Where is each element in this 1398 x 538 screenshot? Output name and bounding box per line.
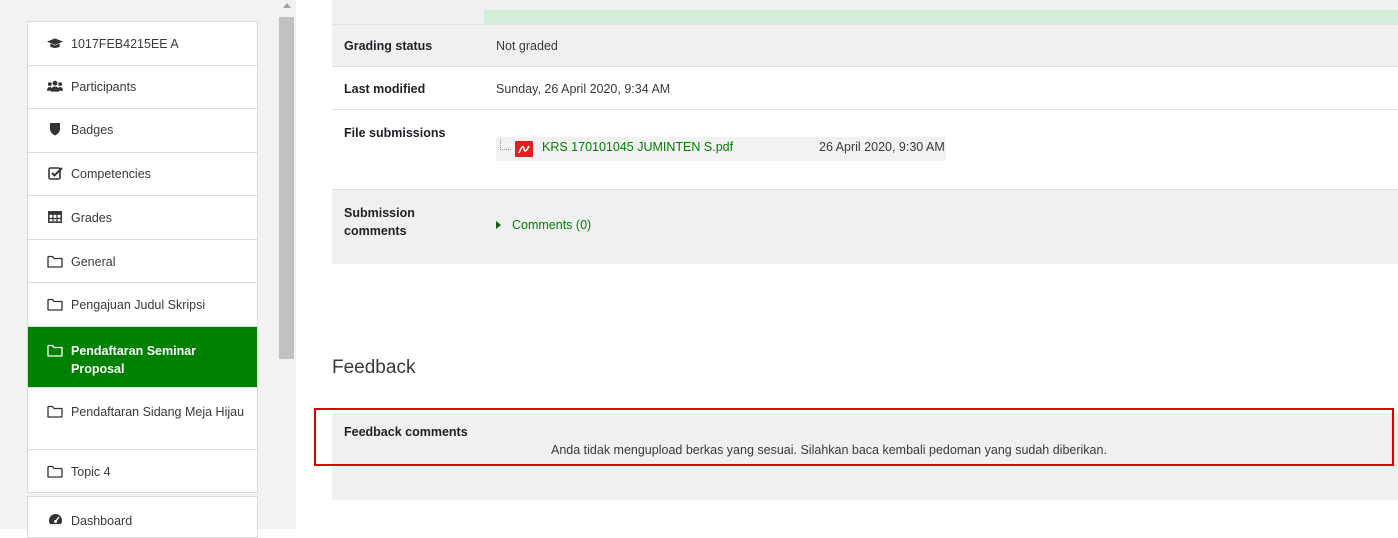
sidebar-item-label: Dashboard [71,514,133,528]
sidebar-item-pendaftaran-seminar-proposal[interactable]: Pendaftaran Seminar Proposal [28,327,257,388]
file-tree: KRS 170101045 JUMINTEN S.pdf 26 April 20… [496,137,946,161]
sidebar-item-label: General [71,255,116,269]
grading-status-label: Grading status [344,39,433,53]
sidebar-item-label: Grades [71,211,112,225]
sidebar-item-dashboard[interactable]: Dashboard [28,497,257,537]
submission-comments-label-line1: Submission [344,206,415,220]
course-navigation: 1017FEB4215EE A Participants Badges Comp… [27,21,258,493]
grading-status-row: Grading status Not graded [332,25,1398,67]
sidebar-item-competencies[interactable]: Competencies [28,153,257,196]
comments-toggle[interactable]: Comments (0) [496,218,591,232]
pdf-icon [514,140,534,161]
folder-icon [47,342,63,358]
folder-icon [47,463,63,479]
last-modified-label: Last modified [344,82,426,96]
last-modified-value: Sunday, 26 April 2020, 9:34 AM [496,82,671,96]
feedback-heading: Feedback [332,357,416,378]
last-modified-row: Last modified Sunday, 26 April 2020, 9:3… [332,67,1398,110]
file-date: 26 April 2020, 9:30 AM [819,140,945,154]
sidebar-item-label: Topic 4 [71,465,111,479]
sidebar-item-label: Badges [71,123,114,137]
sidebar-item-pendaftaran-sidang-meja-hijau[interactable]: Pendaftaran Sidang Meja Hijau [28,388,257,450]
sidebar-item-label: Pendaftaran Seminar Proposal [71,344,197,376]
status-row-partial [332,0,1398,25]
sidebar-item-label: Pengajuan Judul Skripsi [71,298,206,312]
sidebar-item-label: 1017FEB4215EE A [71,37,179,51]
sidebar: 1017FEB4215EE A Participants Badges Comp… [0,0,296,538]
users-icon [47,78,63,94]
submission-comments-label-line2: comments [344,224,407,238]
sidebar-item-general[interactable]: General [28,240,257,283]
sidebar-scrollbar[interactable] [278,0,296,529]
table-icon [47,209,63,225]
sidebar-item-label: Participants [71,80,137,94]
file-link[interactable]: KRS 170101045 JUMINTEN S.pdf [542,140,733,154]
folder-icon [47,253,63,269]
main-content: Grading status Not graded Last modified … [296,0,1398,529]
submission-status-cell [484,10,1398,24]
shield-icon [47,121,63,137]
sidebar-item-label: Pendaftaran Sidang Meja Hijau [71,405,245,419]
folder-icon [47,296,63,312]
sidebar-item-topic-4[interactable]: Topic 4 [28,450,257,493]
feedback-highlight-box [314,408,1394,466]
sidebar-item-pengajuan-judul-skripsi[interactable]: Pengajuan Judul Skripsi [28,283,257,327]
sidebar-item-label: Competencies [71,167,151,181]
grading-status-value: Not graded [496,39,558,53]
scrollbar-thumb[interactable] [279,17,294,359]
sidebar-item-participants[interactable]: Participants [28,66,257,109]
sidebar-item-grades[interactable]: Grades [28,196,257,240]
caret-right-icon [496,221,501,229]
file-submissions-label: File submissions [344,126,446,140]
tree-connector [500,139,511,150]
sidebar-item-course[interactable]: 1017FEB4215EE A [28,22,257,66]
graduation-cap-icon [47,35,63,51]
check-square-icon [47,165,63,181]
scroll-up-arrow-icon[interactable] [283,3,291,8]
submission-comments-row: Submission comments Comments (0) [332,190,1398,264]
site-navigation: Dashboard [27,496,258,538]
comments-link[interactable]: Comments (0) [512,218,591,232]
file-submissions-row: File submissions KRS 170101045 JUMINTEN … [332,110,1398,190]
tachometer-icon [47,512,63,528]
folder-icon [47,403,63,419]
sidebar-item-badges[interactable]: Badges [28,109,257,153]
